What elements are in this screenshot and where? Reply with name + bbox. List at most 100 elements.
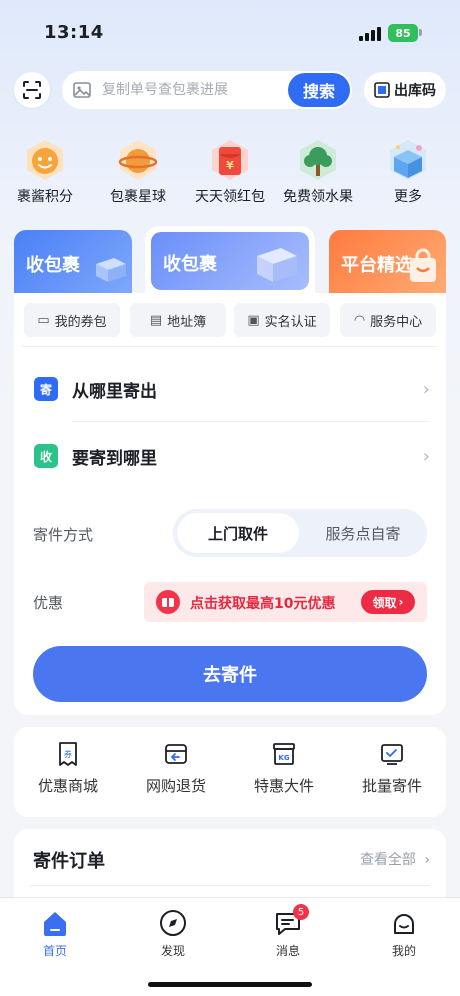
- promo-text: 点击获取最高10元优惠: [190, 596, 336, 612]
- profile-icon: [394, 914, 414, 934]
- red-envelope-icon: ¥: [208, 138, 252, 182]
- home-icon: [44, 912, 66, 936]
- mascot-face-icon: [23, 138, 67, 182]
- chevron-right-icon: ›: [422, 378, 430, 400]
- chevron-right-icon: ›: [398, 595, 404, 609]
- tab-label: 收包裹: [26, 255, 80, 276]
- outbound-code-button[interactable]: 出库码: [364, 72, 446, 108]
- shortcut-label: 包裹星球: [110, 189, 166, 205]
- tab-highlight: 收包裹: [151, 232, 309, 290]
- service-label: 特惠大件: [253, 777, 314, 795]
- go-send-button[interactable]: 去寄件: [33, 646, 427, 702]
- send-method-toggle: 上门取件 服务点自寄: [173, 509, 427, 557]
- sender-badge: 寄: [34, 377, 58, 401]
- shopping-bag-icon: [410, 248, 436, 282]
- chip-label: 服务中心: [370, 314, 423, 330]
- view-all-orders-link[interactable]: 查看全部 ›: [360, 849, 430, 869]
- gift-box-icon: [386, 138, 430, 182]
- discount-promo-banner[interactable]: 点击获取最高10元优惠 领取 ›: [144, 582, 427, 622]
- option-self-dropoff[interactable]: 服务点自寄: [303, 513, 423, 553]
- chip-address-book[interactable]: ▤ 地址簿: [130, 303, 226, 337]
- id-card-icon: ▣: [247, 312, 260, 328]
- batch-send-icon: [381, 744, 403, 765]
- service-online-return[interactable]: 网购退货: [122, 741, 230, 796]
- service-label: 优惠商城: [37, 777, 98, 795]
- divider: [72, 421, 428, 422]
- nav-profile[interactable]: 我的: [364, 908, 444, 959]
- nav-label: 我的: [391, 944, 416, 958]
- receiver-address-row[interactable]: 收 要寄到哪里 ›: [14, 426, 446, 486]
- chip-id-verify[interactable]: ▣ 实名认证: [234, 303, 330, 337]
- shortcut-fruit[interactable]: 免费领水果: [272, 138, 364, 206]
- home-indicator: [148, 982, 312, 987]
- search-button[interactable]: 搜索: [288, 73, 350, 107]
- divider: [22, 346, 436, 347]
- qr-code-icon: [374, 82, 390, 98]
- headset-icon: ◠: [353, 312, 366, 328]
- shortcut-label: 天天领红包: [195, 189, 265, 205]
- svg-text:¥: ¥: [226, 159, 234, 172]
- chevron-right-icon: ›: [424, 852, 430, 868]
- shortcut-points[interactable]: 裹酱积分: [0, 138, 91, 206]
- tab-receive-selected[interactable]: 收包裹: [145, 226, 315, 296]
- return-box-icon: [165, 744, 187, 764]
- service-batch-send[interactable]: 批量寄件: [338, 741, 446, 796]
- shortcut-label: 更多: [394, 189, 422, 205]
- send-parcel-card: ▭ 我的券包 ▤ 地址簿 ▣ 实名认证 ◠ 服务中心 寄 从哪里寄出 › 收 要…: [14, 293, 446, 715]
- search-input[interactable]: [102, 71, 282, 109]
- delivery-truck-icon: [96, 258, 126, 282]
- shortcut-planet[interactable]: 包裹星球: [92, 138, 184, 206]
- chip-coupons[interactable]: ▭ 我的券包: [24, 303, 120, 337]
- shortcut-label: 免费领水果: [283, 189, 353, 205]
- nav-label: 首页: [42, 944, 67, 958]
- claim-label: 领取: [372, 595, 397, 610]
- receiver-label: 要寄到哪里: [72, 448, 157, 469]
- svg-text:券: 券: [64, 749, 72, 759]
- image-search-icon[interactable]: [72, 80, 92, 100]
- nav-label: 发现: [160, 944, 185, 958]
- scan-button[interactable]: [14, 72, 50, 108]
- sender-address-row[interactable]: 寄 从哪里寄出 ›: [14, 359, 446, 419]
- service-discount-mall[interactable]: 券 优惠商城: [14, 741, 122, 796]
- service-label: 批量寄件: [361, 777, 422, 795]
- outbound-code-label: 出库码: [394, 83, 436, 99]
- nav-label: 消息: [275, 944, 300, 958]
- nav-home[interactable]: 首页: [15, 908, 95, 959]
- chip-label: 地址簿: [167, 314, 207, 330]
- view-all-label: 查看全部: [359, 852, 416, 868]
- chevron-right-icon: ›: [422, 445, 430, 467]
- divider: [30, 885, 430, 886]
- tab-platform-picks[interactable]: 平台精选: [329, 230, 446, 294]
- unread-badge: 5: [293, 904, 309, 920]
- nav-discover[interactable]: 发现: [133, 908, 213, 959]
- search-bar: 搜索: [62, 71, 352, 109]
- battery-tip: [419, 29, 422, 36]
- heavy-parcel-icon: KG: [273, 743, 295, 765]
- service-bulky-parcel[interactable]: KG 特惠大件: [230, 741, 338, 796]
- compass-icon: [160, 910, 186, 936]
- svg-text:KG: KG: [278, 754, 289, 762]
- discount-label: 优惠: [33, 594, 64, 612]
- nav-messages[interactable]: 5 消息: [248, 904, 328, 959]
- tab-label: 收包裹: [163, 254, 217, 275]
- services-card: 券 优惠商城 网购退货 KG 特惠大件 批量寄件: [14, 727, 446, 817]
- send-method-label: 寄件方式: [33, 526, 94, 544]
- address-book-icon: ▤: [149, 312, 163, 328]
- signal-icon: [359, 27, 381, 41]
- service-label: 网购退货: [145, 777, 206, 795]
- chip-service-center[interactable]: ◠ 服务中心: [340, 303, 436, 337]
- shortcut-more[interactable]: 更多: [362, 138, 454, 206]
- option-door-pickup[interactable]: 上门取件: [177, 513, 299, 553]
- battery-indicator: 85: [388, 24, 418, 42]
- claim-button[interactable]: 领取 ›: [361, 590, 415, 614]
- orders-title: 寄件订单: [33, 851, 105, 872]
- receiver-badge: 收: [34, 444, 58, 468]
- parcel-icon: [257, 248, 297, 282]
- chip-label: 我的券包: [54, 314, 107, 330]
- tab-label: 平台精选: [341, 255, 413, 276]
- shortcut-red-envelope[interactable]: ¥ 天天领红包: [184, 138, 276, 206]
- status-time: 13:14: [44, 22, 104, 43]
- voucher-icon: 券: [59, 742, 77, 766]
- tab-receive-left[interactable]: 收包裹: [14, 230, 132, 294]
- chip-label: 实名认证: [264, 314, 317, 330]
